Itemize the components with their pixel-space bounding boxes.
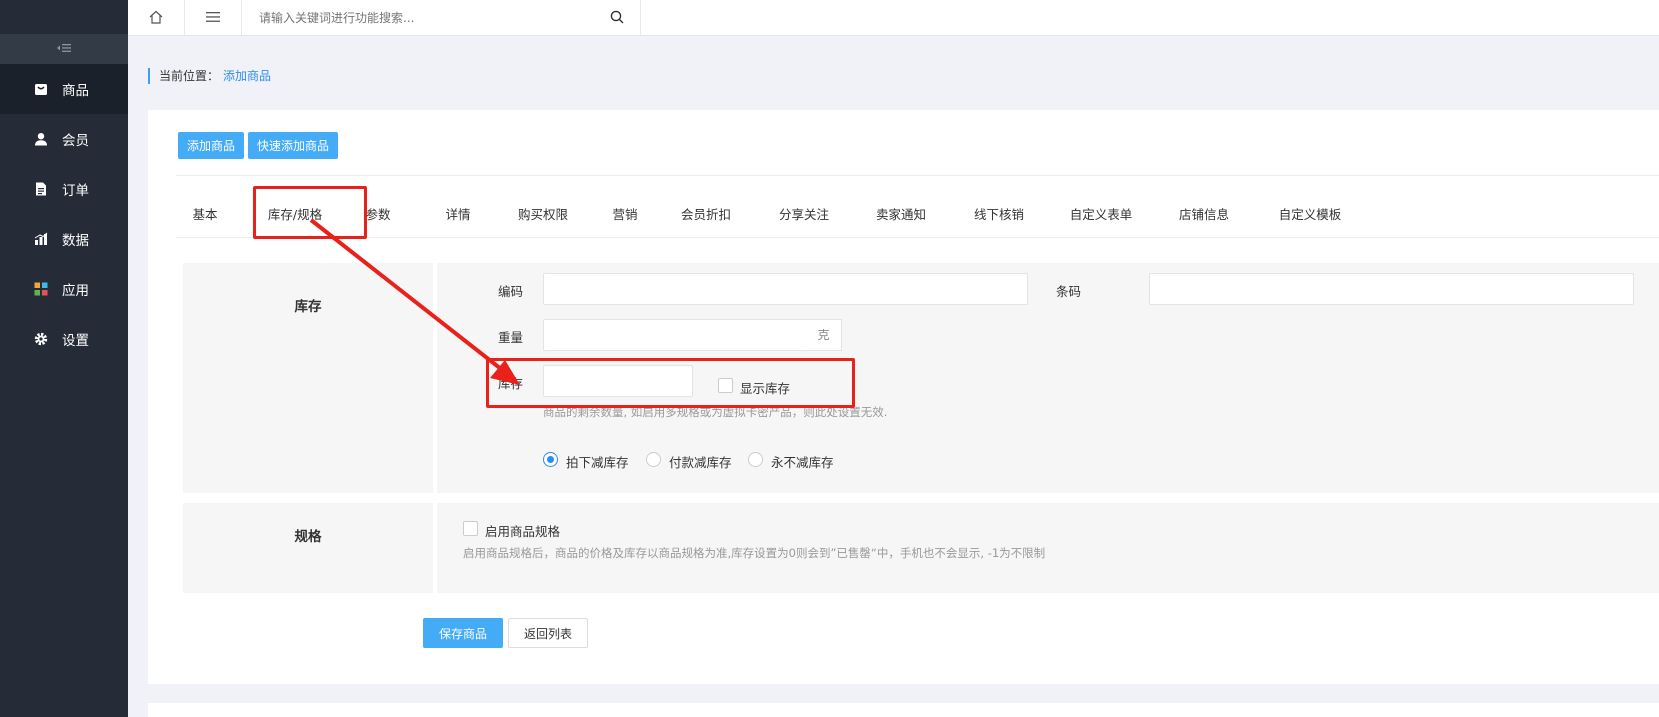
apps-icon bbox=[34, 282, 48, 296]
tab-shop-info[interactable]: 店铺信息 bbox=[1169, 198, 1239, 238]
chart-icon bbox=[34, 232, 48, 246]
sidebar-item-label: 商品 bbox=[62, 83, 89, 99]
sidebar-item-data[interactable]: 数据 bbox=[0, 214, 128, 264]
show-stock-label: 显示库存 bbox=[740, 381, 791, 396]
tab-bar: 基本 库存/规格 参数 详情 购买权限 营销 会员折扣 分享关注 卖家通知 线下… bbox=[176, 198, 1659, 238]
breadcrumb: 当前位置： 添加商品 bbox=[148, 68, 271, 84]
tab-purchase-permission[interactable]: 购买权限 bbox=[508, 198, 578, 238]
show-stock-checkbox[interactable] bbox=[718, 378, 733, 393]
spec-help-text: 启用商品规格后，商品的价格及库存以商品规格为准,库存设置为0则会到”已售罄“中，… bbox=[463, 546, 1046, 560]
gear-icon bbox=[34, 332, 48, 346]
sidebar-item-label: 会员 bbox=[62, 133, 89, 149]
home-icon bbox=[149, 10, 163, 27]
tab-custom-template[interactable]: 自定义模板 bbox=[1268, 198, 1352, 238]
stock-label: 库存 bbox=[497, 376, 523, 391]
top-bar bbox=[128, 0, 1659, 36]
tab-details[interactable]: 详情 bbox=[431, 198, 485, 238]
barcode-label: 条码 bbox=[1055, 284, 1081, 299]
reduce-on-pay-radio[interactable] bbox=[646, 452, 661, 467]
weight-unit: 克 bbox=[806, 319, 842, 351]
divider bbox=[176, 175, 1659, 176]
stock-section-title: 库存 bbox=[183, 263, 433, 493]
never-reduce-radio[interactable] bbox=[748, 452, 763, 467]
tab-offline-verify[interactable]: 线下核销 bbox=[964, 198, 1034, 238]
home-button[interactable] bbox=[128, 0, 185, 36]
enable-spec-checkbox[interactable] bbox=[463, 521, 478, 536]
sidebar-item-label: 数据 bbox=[62, 233, 89, 249]
tab-basic[interactable]: 基本 bbox=[176, 198, 234, 238]
sidebar-collapse-button[interactable] bbox=[0, 34, 128, 64]
sidebar-item-goods[interactable]: 商品 bbox=[0, 64, 128, 114]
search-input[interactable] bbox=[259, 11, 599, 25]
spec-section-title: 规格 bbox=[183, 503, 433, 593]
tab-share-follow[interactable]: 分享关注 bbox=[769, 198, 839, 238]
quick-add-goods-button[interactable]: 快速添加商品 bbox=[248, 132, 338, 159]
reduce-on-order-label: 拍下减库存 bbox=[566, 455, 629, 470]
sidebar-menu: 商品 会员 订单 数据 应用 设置 bbox=[0, 64, 128, 364]
reduce-on-pay-label: 付款减库存 bbox=[669, 455, 732, 470]
barcode-input[interactable] bbox=[1149, 273, 1634, 305]
search-box bbox=[243, 0, 641, 36]
sidebar-item-label: 设置 bbox=[62, 333, 89, 349]
code-label: 编码 bbox=[497, 284, 523, 299]
menu-icon bbox=[206, 11, 220, 26]
weight-label: 重量 bbox=[497, 330, 523, 345]
tab-marketing[interactable]: 营销 bbox=[596, 198, 654, 238]
user-icon bbox=[34, 132, 48, 146]
breadcrumb-prefix: 当前位置： bbox=[159, 69, 220, 83]
collapse-icon bbox=[57, 42, 71, 56]
sidebar-item-member[interactable]: 会员 bbox=[0, 114, 128, 164]
tab-stock-spec[interactable]: 库存/规格 bbox=[258, 198, 332, 238]
tab-custom-form[interactable]: 自定义表单 bbox=[1059, 198, 1143, 238]
bag-icon bbox=[34, 82, 48, 96]
menu-toggle-button[interactable] bbox=[185, 0, 242, 36]
enable-spec-label: 启用商品规格 bbox=[485, 524, 561, 539]
sidebar-item-apps[interactable]: 应用 bbox=[0, 264, 128, 314]
save-goods-button[interactable]: 保存商品 bbox=[423, 618, 503, 648]
never-reduce-label: 永不减库存 bbox=[771, 455, 834, 470]
sidebar: 商品 会员 订单 数据 应用 设置 bbox=[0, 0, 128, 717]
weight-input[interactable] bbox=[543, 319, 807, 351]
stock-input[interactable] bbox=[543, 365, 693, 397]
tab-seller-notify[interactable]: 卖家通知 bbox=[866, 198, 936, 238]
sidebar-item-order[interactable]: 订单 bbox=[0, 164, 128, 214]
document-icon bbox=[34, 182, 48, 196]
reduce-on-order-radio[interactable] bbox=[543, 452, 558, 467]
back-to-list-button[interactable]: 返回列表 bbox=[508, 618, 588, 648]
breadcrumb-current[interactable]: 添加商品 bbox=[223, 68, 271, 84]
add-goods-button[interactable]: 添加商品 bbox=[178, 132, 244, 159]
main-panel: 添加商品 快速添加商品 基本 库存/规格 参数 详情 购买权限 营销 会员折扣 … bbox=[148, 110, 1659, 684]
stock-help-text: 商品的剩余数量, 如启用多规格或为虚拟卡密产品，则此处设置无效. bbox=[543, 405, 888, 419]
code-input[interactable] bbox=[543, 273, 1028, 305]
tab-params[interactable]: 参数 bbox=[351, 198, 405, 238]
sidebar-item-settings[interactable]: 设置 bbox=[0, 314, 128, 364]
tab-member-discount[interactable]: 会员折扣 bbox=[671, 198, 741, 238]
secondary-panel bbox=[148, 703, 1659, 717]
sidebar-item-label: 应用 bbox=[62, 283, 89, 299]
sidebar-item-label: 订单 bbox=[62, 183, 89, 199]
search-icon[interactable] bbox=[610, 10, 624, 27]
